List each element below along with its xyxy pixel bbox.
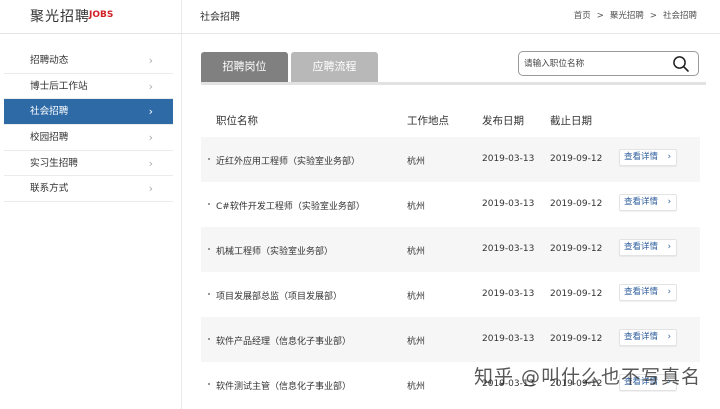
page-title: 社会招聘 [200,12,240,23]
sidebar-item-recruit-news[interactable]: 招聘动态 › [4,48,173,74]
chevron-right-icon: › [667,332,671,342]
chevron-right-icon: › [667,197,671,207]
view-details-label: 查看详情 [624,152,659,162]
logo[interactable]: 聚光招聘 JOBS [0,0,182,34]
view-details-label: 查看详情 [624,197,659,207]
sidebar: 聚光招聘 JOBS 招聘动态 › 博士后工作站 › 社会招聘 › 校园招聘 › … [0,0,182,409]
table-row: 近红外应用工程师（实验室业务部） 杭州 2019-03-13 2019-09-1… [201,137,700,182]
tab-job-positions[interactable]: 招聘岗位 [201,52,288,82]
page: 聚光招聘 JOBS 招聘动态 › 博士后工作站 › 社会招聘 › 校园招聘 › … [0,0,720,409]
job-location: 杭州 [407,382,426,392]
job-title[interactable]: 项目发展部总监（项目发展部） [216,289,342,302]
view-details-button[interactable]: 查看详情 › [619,194,677,211]
view-details-label: 查看详情 [624,287,659,297]
breadcrumb-jobs[interactable]: 聚光招聘 [610,11,644,21]
job-publish-date: 2019-03-13 [482,154,535,164]
view-details-label: 查看详情 [624,332,659,342]
sidebar-item-contact[interactable]: 联系方式 › [4,176,173,203]
search-box [518,51,699,76]
table-row: 软件产品经理（信息化子事业部） 杭州 2019-03-13 2019-09-12… [201,317,700,362]
breadcrumb-home[interactable]: 首页 [574,11,591,21]
column-header-deadline: 截止日期 [550,115,592,127]
chevron-right-icon: › [148,54,153,67]
job-title[interactable]: 软件测试主管（信息化子事业部） [216,379,351,392]
job-deadline: 2019-09-12 [550,334,603,344]
breadcrumb: 首页 > 聚光招聘 > 社会招聘 [571,9,700,21]
job-location: 杭州 [407,337,426,347]
table-row: 项目发展部总监（项目发展部） 杭州 2019-03-13 2019-09-12 … [201,272,700,317]
chevron-right-icon: › [148,105,153,119]
sidebar-item-social-recruit[interactable]: 社会招聘 › [4,99,173,126]
job-title[interactable]: 软件产品经理（信息化子事业部） [216,334,351,347]
chevron-right-icon: › [667,242,671,252]
bullet-icon [208,203,210,205]
table-row: C#软件开发工程师（实验室业务部） 杭州 2019-03-13 2019-09-… [201,182,700,227]
job-location: 杭州 [407,247,426,257]
view-details-label: 查看详情 [624,242,659,252]
job-publish-date: 2019-03-13 [482,244,535,254]
search-icon[interactable] [672,55,690,77]
job-location: 杭州 [407,202,426,212]
chevron-right-icon: › [667,152,671,162]
logo-jobs-label: JOBS [89,10,114,20]
sidebar-item-postdoc[interactable]: 博士后工作站 › [4,74,173,100]
sidebar-item-label: 社会招聘 [30,106,69,118]
chevron-right-icon: › [148,131,153,145]
job-deadline: 2019-09-12 [550,244,603,254]
sidebar-item-label: 博士后工作站 [30,80,88,92]
sidebar-item-intern-recruit[interactable]: 实习生招聘 › [4,151,173,177]
job-location: 杭州 [407,157,426,167]
job-publish-date: 2019-03-13 [482,334,535,344]
table-row: 机械工程师（实验室业务部） 杭州 2019-03-13 2019-09-12 查… [201,227,700,272]
chevron-right-icon: › [148,79,153,93]
logo-name: 聚光招聘 [30,9,90,25]
table-header: 职位名称 工作地点 发布日期 截止日期 [201,100,700,137]
job-location: 杭州 [407,292,426,302]
view-details-button[interactable]: 查看详情 › [619,149,677,166]
job-title[interactable]: C#软件开发工程师（实验室业务部） [216,199,365,212]
job-title[interactable]: 近红外应用工程师（实验室业务部） [216,154,360,167]
job-deadline: 2019-09-12 [550,154,603,164]
chevron-right-icon: › [667,287,671,297]
chevron-right-icon: › [148,156,153,170]
bullet-icon [208,338,210,340]
watermark: 知乎 @叫什么也不写真名 [474,366,702,388]
search-input[interactable] [524,56,664,71]
top-bar: 社会招聘 首页 > 聚光招聘 > 社会招聘 [182,0,720,34]
sidebar-item-label: 联系方式 [30,183,69,195]
bullet-icon [208,293,210,295]
column-header-publish-date: 发布日期 [482,115,524,127]
job-publish-date: 2019-03-13 [482,199,535,209]
job-deadline: 2019-09-12 [550,289,603,299]
sidebar-item-label: 校园招聘 [30,132,69,144]
bullet-icon [208,248,210,250]
breadcrumb-current: 社会招聘 [662,11,697,21]
chevron-right-icon: › [148,182,153,196]
view-details-button[interactable]: 查看详情 › [619,239,677,256]
sidebar-item-label: 招聘动态 [30,55,69,66]
bullet-icon [208,158,210,160]
bullet-icon [208,383,210,385]
sidebar-item-label: 实习生招聘 [30,157,78,169]
breadcrumb-separator: > [649,11,657,21]
sidebar-menu: 招聘动态 › 博士后工作站 › 社会招聘 › 校园招聘 › 实习生招聘 › 联系… [4,48,173,203]
breadcrumb-separator: > [596,11,604,21]
column-header-name: 职位名称 [216,115,258,127]
column-header-location: 工作地点 [407,115,449,127]
job-title[interactable]: 机械工程师（实验室业务部） [216,244,333,257]
tab-underline [201,82,706,85]
view-details-button[interactable]: 查看详情 › [619,284,677,301]
tab-application-process[interactable]: 应聘流程 [291,52,378,82]
view-details-button[interactable]: 查看详情 › [619,329,677,346]
job-deadline: 2019-09-12 [550,199,603,209]
sidebar-item-campus-recruit[interactable]: 校园招聘 › [4,125,173,151]
jobs-table: 职位名称 工作地点 发布日期 截止日期 近红外应用工程师（实验室业务部） 杭州 … [201,100,700,407]
job-publish-date: 2019-03-13 [482,289,535,299]
